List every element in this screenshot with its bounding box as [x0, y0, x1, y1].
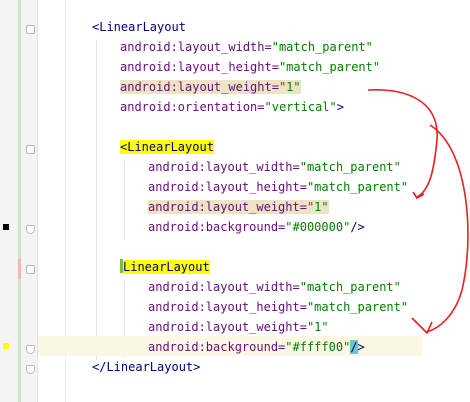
code-line[interactable]: android:background="#000000"/> — [148, 217, 365, 237]
code-line[interactable]: android:layout_height="match_parent" — [148, 177, 408, 197]
code-token: > — [357, 340, 365, 354]
vcs-change-bar-modified[interactable] — [18, 259, 21, 279]
code-line[interactable]: android:background="#ffff00"/> — [148, 337, 365, 357]
code-token: "match_parent" — [299, 160, 401, 174]
code-line[interactable]: android:layout_weight="1" — [148, 197, 329, 217]
code-token: android:orientation= — [120, 100, 265, 114]
fold-end-icon[interactable] — [26, 225, 35, 234]
code-token: "match_parent" — [299, 280, 401, 294]
code-token: android:background= — [148, 340, 286, 354]
indent-guide — [96, 40, 97, 360]
code-line[interactable]: android:orientation="vertical"> — [120, 97, 344, 117]
fold-toggle-icon[interactable] — [26, 145, 35, 154]
code-line[interactable]: android:layout_height="match_parent" — [148, 297, 408, 317]
code-token: "1" — [306, 320, 329, 334]
code-line[interactable]: android:layout_weight="1" — [120, 77, 301, 97]
code-token: > — [336, 100, 344, 114]
red-arrow-annotation — [426, 124, 469, 333]
code-token: /> — [350, 220, 365, 234]
code-token: LinearLayout — [123, 260, 210, 274]
code-line[interactable]: android:layout_weight="1" — [148, 317, 329, 337]
code-token: / — [350, 340, 358, 354]
code-token: android:layout_weight= — [120, 80, 279, 94]
code-token: "match_parent" — [306, 300, 409, 314]
code-token: android:layout_weight= — [148, 320, 307, 334]
code-token: "match_parent" — [271, 40, 373, 54]
fold-end-icon[interactable] — [26, 345, 35, 354]
code-token: android:layout_weight= — [148, 200, 307, 214]
code-token: "#000000" — [285, 220, 351, 234]
indent-guide — [124, 160, 125, 240]
code-token: <LinearLayout — [120, 140, 214, 154]
code-token: android:layout_width= — [148, 160, 300, 174]
fold-end-icon[interactable] — [26, 365, 35, 374]
fold-toggle-icon[interactable] — [26, 265, 35, 274]
code-line[interactable]: android:layout_width="match_parent" — [148, 157, 401, 177]
color-preview-yellow-icon — [3, 343, 9, 349]
color-preview-black-icon — [3, 224, 9, 230]
code-line[interactable]: android:layout_width="match_parent" — [120, 37, 373, 57]
code-token: android:layout_height= — [148, 300, 307, 314]
code-token: "match_parent" — [306, 180, 409, 194]
code-line[interactable]: android:layout_width="match_parent" — [148, 277, 401, 297]
red-arrowhead — [411, 317, 433, 335]
code-token: "1" — [306, 200, 329, 214]
code-token: "vertical" — [264, 100, 337, 114]
fold-toggle-icon[interactable] — [26, 25, 35, 34]
code-token: android:layout_height= — [120, 60, 279, 74]
code-token: </LinearLayout> — [92, 360, 201, 374]
code-token: "1" — [278, 80, 301, 94]
code-line[interactable]: </LinearLayout> — [92, 357, 200, 377]
code-line[interactable]: android:layout_height="match_parent" — [120, 57, 380, 77]
code-token: "#ffff00" — [285, 340, 351, 354]
code-token: <LinearLayout — [92, 20, 186, 34]
code-token: android:layout_height= — [148, 180, 307, 194]
code-token: android:layout_width= — [148, 280, 300, 294]
vcs-change-bar[interactable] — [18, 0, 21, 402]
red-arrowhead — [412, 191, 425, 200]
code-token: android:layout_width= — [120, 40, 272, 54]
code-token: "match_parent" — [278, 60, 381, 74]
code-line[interactable]: LinearLayout — [120, 257, 210, 277]
code-line[interactable]: <LinearLayout — [120, 137, 214, 157]
code-line[interactable]: <LinearLayout — [92, 17, 186, 37]
code-token: android:background= — [148, 220, 286, 234]
